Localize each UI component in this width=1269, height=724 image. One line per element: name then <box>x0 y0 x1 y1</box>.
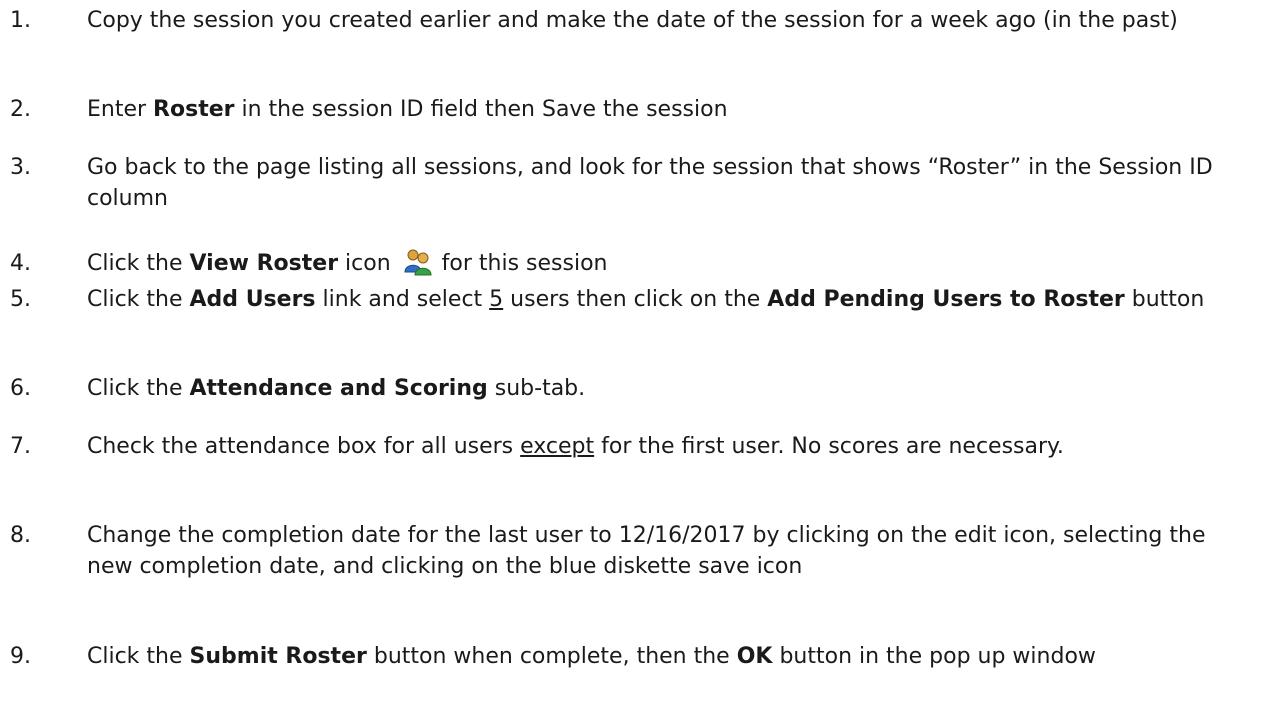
step-number: 3. <box>10 155 31 180</box>
step-number: 6. <box>10 376 31 401</box>
step-number: 9. <box>10 644 31 669</box>
step-number: 4. <box>10 251 31 276</box>
instruction-list: 1. Copy the session you created earlier … <box>0 0 1269 724</box>
step-text: Click the Add Users link and select 5 us… <box>87 287 1205 312</box>
step-text: Click the Submit Roster button when comp… <box>87 644 1096 669</box>
step-text: Change the completion date for the last … <box>87 523 1206 579</box>
step-number: 8. <box>10 523 31 548</box>
step-number: 5. <box>10 287 31 312</box>
view-roster-icon <box>404 248 432 276</box>
step-text: Click the View Roster icon for this sess… <box>87 248 1257 279</box>
step-text: Click the Attendance and Scoring sub-tab… <box>87 376 586 401</box>
step-text: Copy the session you created earlier and… <box>87 8 1178 33</box>
step-text: Go back to the page listing all sessions… <box>87 155 1213 211</box>
step-number: 1. <box>10 8 31 33</box>
step-number: 2. <box>10 97 31 122</box>
step-number: 7. <box>10 434 31 459</box>
step-text: Enter Roster in the session ID field the… <box>87 97 728 122</box>
step-text: Check the attendance box for all users e… <box>87 434 1064 459</box>
